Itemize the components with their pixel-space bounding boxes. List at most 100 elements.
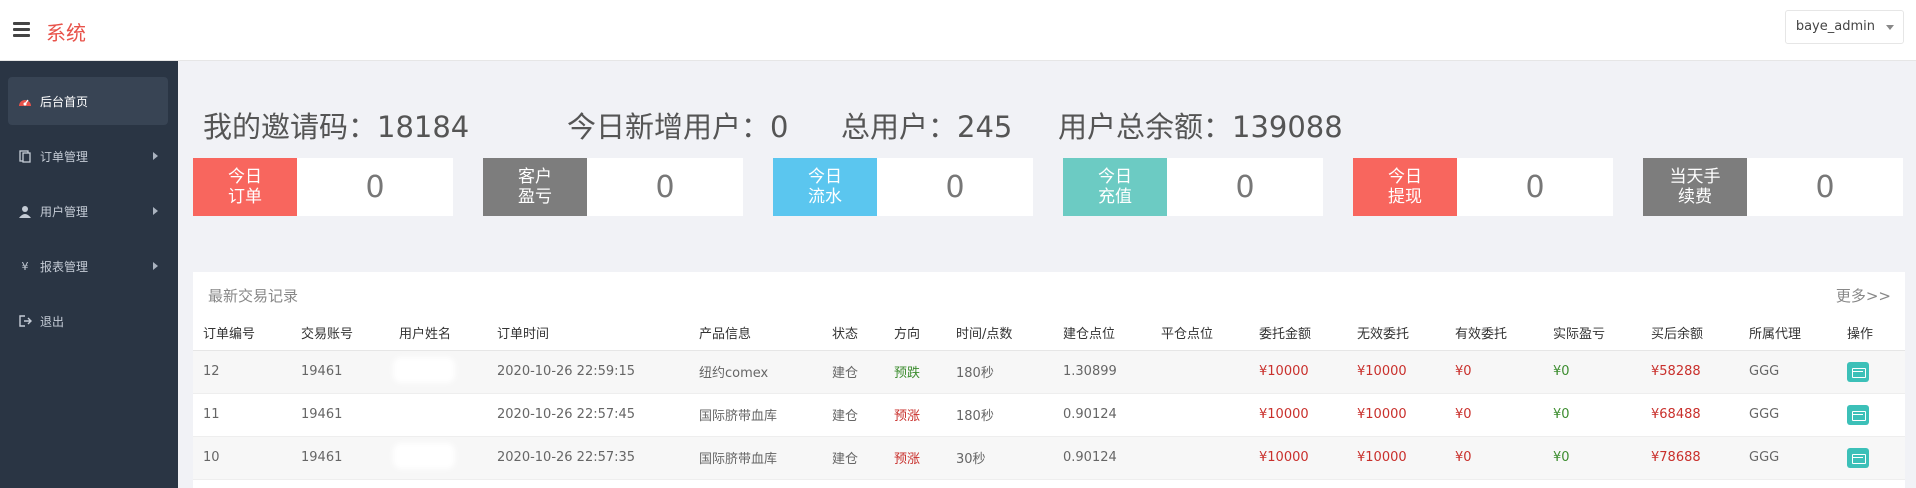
menu-icon[interactable] — [13, 22, 30, 37]
total-users: 总用户：245 — [841, 110, 1013, 144]
direction: 预涨 — [884, 393, 946, 437]
pnl: ¥0 — [1543, 350, 1641, 394]
close-price — [1151, 350, 1249, 394]
top-bar: 系统 baye_admin — [0, 0, 1916, 61]
open-price: 0.90124 — [1053, 436, 1151, 480]
open-price: 1.30899 — [1053, 350, 1151, 394]
sidebar-item-dashboard[interactable]: 后台首页 — [8, 77, 168, 125]
column-header: 所属代理 — [1739, 316, 1837, 351]
card-value: 0 — [365, 169, 385, 205]
valid-amount: ¥0 — [1445, 350, 1543, 394]
card-value: 0 — [1815, 169, 1835, 205]
table-row: 11 19461 2020-10-26 22:57:45 国际脐带血库 建仓 预… — [193, 393, 1905, 437]
pnl: ¥0 — [1543, 436, 1641, 480]
sidebar-item-label: 用户管理 — [40, 204, 89, 219]
direction: 预跌 — [884, 350, 946, 394]
valid-amount: ¥0 — [1445, 436, 1543, 480]
redacted-name — [399, 448, 449, 463]
card-label: 客户盈亏 — [483, 158, 587, 216]
column-header: 订单编号 — [193, 316, 291, 351]
sidebar-item-label: 退出 — [40, 314, 65, 329]
duration: 180秒 — [946, 350, 1053, 394]
card-label: 当天手续费 — [1643, 158, 1747, 216]
redacted-name — [399, 405, 449, 420]
close-price — [1151, 393, 1249, 437]
user-icon — [18, 204, 32, 218]
order-id: 12 — [193, 350, 291, 394]
card-today-flow: 今日流水 0 — [773, 158, 1033, 216]
account: 19461 — [291, 436, 389, 480]
order-time: 2020-10-26 22:57:35 — [487, 436, 689, 480]
duration: 180秒 — [946, 393, 1053, 437]
account: 19461 — [291, 393, 389, 437]
recent-trades-panel: 最新交易记录 更多>> 订单编号 交易账号 用户姓名 订单时间 产品信息 状态 … — [193, 272, 1905, 488]
logout-icon — [18, 314, 32, 328]
valid-amount: ¥0 — [1445, 393, 1543, 437]
card-value: 0 — [1525, 169, 1545, 205]
order-time: 2020-10-26 22:57:45 — [487, 393, 689, 437]
action-cell — [1837, 436, 1905, 480]
column-header: 实际盈亏 — [1543, 316, 1641, 351]
sidebar-item-reports[interactable]: ¥ 报表管理 — [8, 242, 168, 290]
table-row: 10 19461 2020-10-26 22:57:35 国际脐带血库 建仓 预… — [193, 436, 1905, 480]
card-today-deposit: 今日充值 0 — [1063, 158, 1323, 216]
invalid-amount: ¥10000 — [1347, 436, 1445, 480]
column-header: 平仓点位 — [1151, 316, 1249, 351]
detail-button[interactable] — [1847, 404, 1869, 425]
card-customer-pnl: 客户盈亏 0 — [483, 158, 743, 216]
user-name — [389, 393, 487, 437]
pnl: ¥0 — [1543, 393, 1641, 437]
column-header: 用户姓名 — [389, 316, 487, 351]
brand-title: 系统 — [46, 21, 86, 45]
column-header: 状态 — [822, 316, 884, 351]
balance: ¥58288 — [1641, 350, 1739, 394]
chevron-right-icon — [153, 152, 158, 160]
username: baye_admin — [1795, 19, 1875, 34]
amount: ¥10000 — [1249, 393, 1347, 437]
status: 建仓 — [822, 393, 884, 437]
agent: GGG — [1739, 393, 1837, 437]
user-name — [389, 436, 487, 480]
dashboard-icon — [18, 94, 32, 108]
new-users-today: 今日新增用户：0 — [567, 110, 789, 144]
card-today-fee: 当天手续费 0 — [1643, 158, 1903, 216]
order-id: 10 — [193, 436, 291, 480]
invalid-amount: ¥10000 — [1347, 350, 1445, 394]
product: 国际脐带血库 — [689, 393, 822, 437]
column-header: 方向 — [884, 316, 946, 351]
amount: ¥10000 — [1249, 436, 1347, 480]
sidebar-item-logout[interactable]: 退出 — [8, 297, 168, 345]
status: 建仓 — [822, 436, 884, 480]
card-label: 今日提现 — [1353, 158, 1457, 216]
duration: 30秒 — [946, 436, 1053, 480]
column-header: 订单时间 — [487, 316, 689, 351]
column-header: 产品信息 — [689, 316, 822, 351]
account: 19461 — [291, 350, 389, 394]
column-header: 有效委托 — [1445, 316, 1543, 351]
card-value: 0 — [1235, 169, 1255, 205]
sidebar-item-users[interactable]: 用户管理 — [8, 187, 168, 235]
balance: ¥78688 — [1641, 436, 1739, 480]
column-header: 委托金额 — [1249, 316, 1347, 351]
card-label: 今日充值 — [1063, 158, 1167, 216]
chevron-right-icon — [153, 207, 158, 215]
invite-code: 我的邀请码：18184 — [203, 110, 470, 144]
yen-icon: ¥ — [21, 259, 29, 273]
detail-button[interactable] — [1847, 447, 1869, 468]
agent: GGG — [1739, 436, 1837, 480]
caret-down-icon — [1886, 25, 1894, 30]
close-price — [1151, 436, 1249, 480]
more-link[interactable]: 更多>> — [1836, 285, 1891, 306]
sidebar-item-label: 后台首页 — [40, 94, 89, 109]
table-row: 12 19461 2020-10-26 22:59:15 纽约comex 建仓 … — [193, 350, 1905, 394]
sidebar: 后台首页 订单管理 用户管理 ¥ 报表管理 退出 — [0, 61, 178, 488]
sidebar-item-orders[interactable]: 订单管理 — [8, 132, 168, 180]
product: 国际脐带血库 — [689, 436, 822, 480]
balance: ¥68488 — [1641, 393, 1739, 437]
column-header: 操作 — [1837, 316, 1905, 351]
detail-button[interactable] — [1847, 361, 1869, 382]
column-header: 交易账号 — [291, 316, 389, 351]
amount: ¥10000 — [1249, 350, 1347, 394]
column-header: 时间/点数 — [946, 316, 1053, 351]
user-dropdown[interactable]: baye_admin — [1784, 10, 1904, 44]
